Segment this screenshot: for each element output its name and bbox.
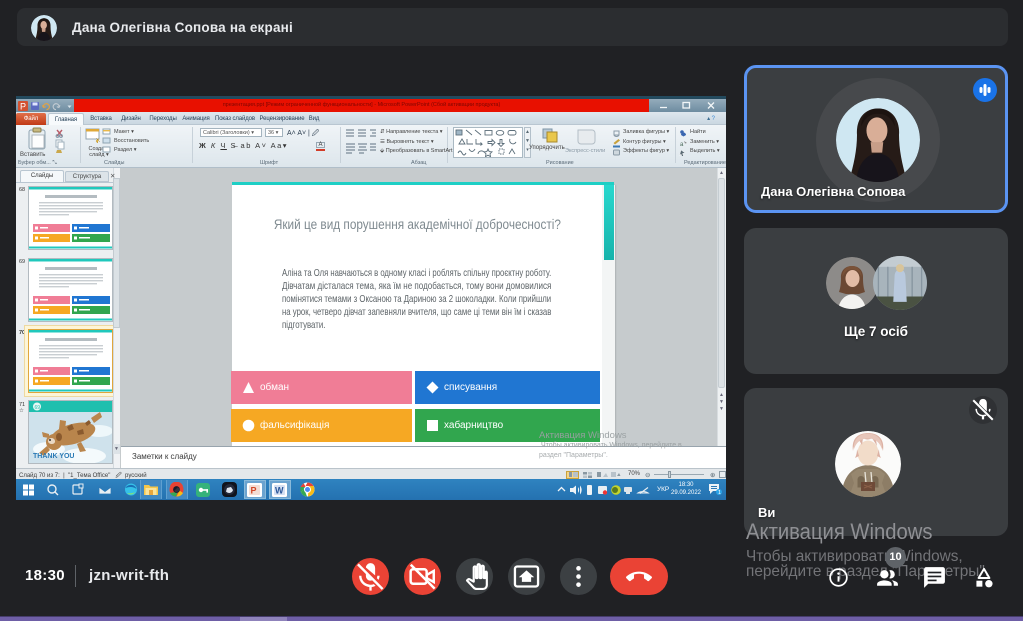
svg-text:THANK YOU: THANK YOU	[33, 453, 74, 460]
svg-text:W: W	[275, 485, 284, 495]
svg-text:69: 69	[35, 405, 41, 411]
svg-text:a: a	[680, 142, 684, 148]
svg-text:P: P	[20, 102, 26, 112]
svg-text:1: 1	[718, 490, 721, 496]
svg-text:P: P	[251, 485, 257, 495]
